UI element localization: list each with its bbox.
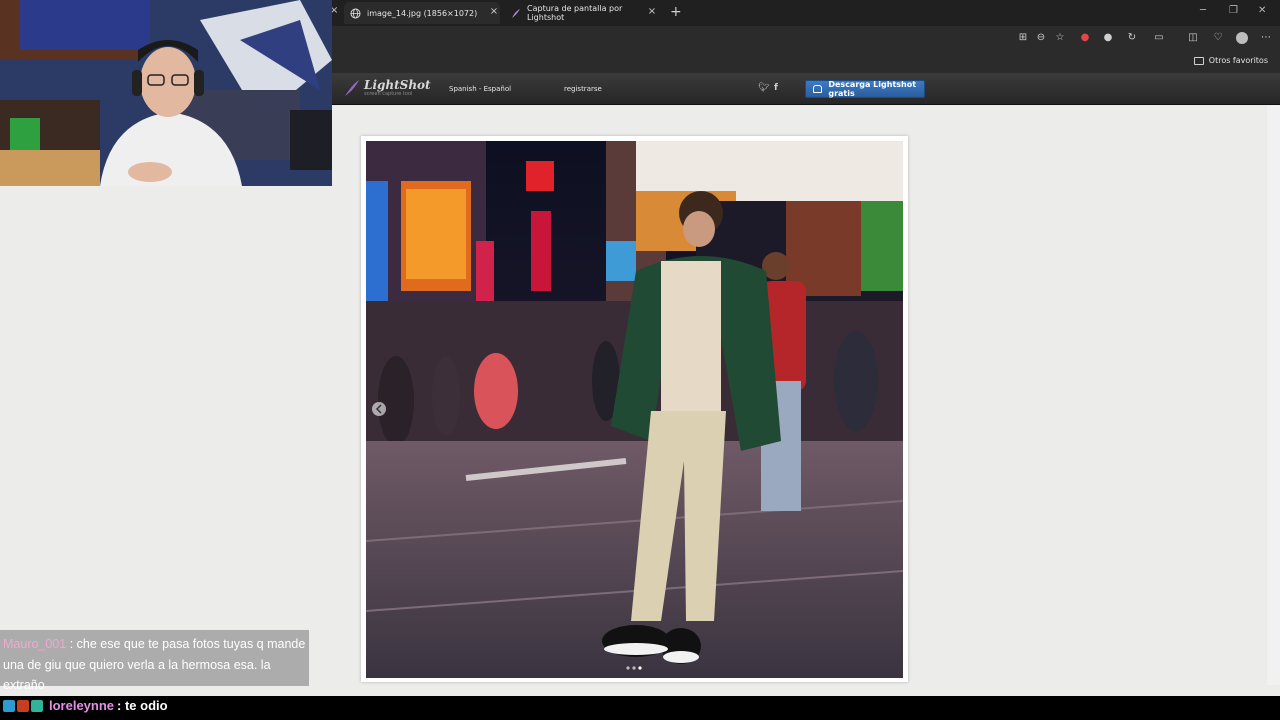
chat-username: loreleynne	[49, 698, 115, 713]
tab-lightshot[interactable]: Captura de pantalla por Lightshot ×	[506, 2, 658, 24]
download-label: Descarga Lightshot gratis	[828, 80, 917, 98]
chat-message-box: Mauro_001 : che ese que te pasa fotos tu…	[0, 630, 309, 692]
refresh-extension-icon[interactable]: ↻	[1126, 32, 1138, 44]
folder-label: Otros favoritos	[1208, 56, 1268, 65]
gift-badge-icon	[31, 699, 43, 712]
other-favorites-folder[interactable]: Otros favoritos	[1193, 56, 1268, 65]
chat-text: : te odio	[117, 698, 168, 713]
download-icon	[813, 85, 823, 93]
split-screen-icon[interactable]: ◫	[1187, 32, 1199, 44]
play-badge-icon	[3, 699, 15, 712]
facebook-icon[interactable]: f	[774, 83, 778, 93]
window-close-icon[interactable]: ✕	[1258, 5, 1266, 16]
tab-label: Captura de pantalla por Lightshot	[527, 4, 623, 22]
lightshot-logo[interactable]: LightShot screen capture tool	[344, 79, 431, 97]
tab-label: image_14.jpg (1856×1072)	[367, 8, 478, 18]
chat-message: loreleynne : te odio	[3, 698, 168, 713]
screen: × image_14.jpg (1856×1072) × Captura de …	[0, 0, 1280, 720]
screenshot-photo[interactable]	[366, 141, 903, 678]
feather-icon	[510, 8, 521, 19]
extension-icon[interactable]: ●	[1079, 32, 1091, 44]
chat-message: Mauro_001 : che ese que te pasa fotos tu…	[3, 634, 307, 696]
profile-avatar-icon[interactable]	[1236, 32, 1248, 44]
close-icon[interactable]: ×	[488, 6, 500, 17]
download-button[interactable]: Descarga Lightshot gratis	[805, 80, 925, 98]
cast-icon[interactable]: ▭	[1153, 32, 1165, 44]
logo-text: LightShot	[364, 78, 431, 92]
language-selector[interactable]: Spanish - Español	[449, 85, 511, 93]
webcam-overlay	[0, 0, 332, 186]
lightshot-header: LightShot screen capture tool Spanish - …	[332, 74, 1280, 105]
close-icon[interactable]: ×	[646, 6, 658, 17]
favorites-bar: Otros favoritos	[332, 50, 1280, 74]
chat-username: Mauro_001	[3, 637, 67, 651]
minimize-icon[interactable]: ─	[1200, 5, 1206, 16]
restore-icon[interactable]: ❐	[1229, 5, 1238, 16]
feather-logo-icon	[345, 80, 359, 96]
twitter-icon[interactable]: 🐦︎	[758, 83, 769, 93]
screenshot-image-frame	[361, 136, 908, 682]
page-scrollbar[interactable]	[1267, 105, 1280, 685]
globe-icon	[350, 8, 361, 19]
more-menu-icon[interactable]: ⋯	[1260, 32, 1272, 44]
new-tab-icon[interactable]: +	[670, 4, 682, 20]
extension-2-icon[interactable]: ●	[1102, 32, 1114, 44]
browser-toolbar: ⊞ ⊖ ☆ ● ● ↻ ▭ ◫ ♡ ⋯	[332, 26, 1280, 50]
tab-image[interactable]: image_14.jpg (1856×1072) ×	[344, 2, 500, 24]
folder-icon	[1193, 56, 1204, 65]
star-icon[interactable]: ☆	[1054, 32, 1066, 44]
favorites-icon[interactable]: ♡	[1212, 32, 1224, 44]
app-icon[interactable]: ⊞	[1017, 32, 1029, 44]
chat-bottom-bar: loreleynne : te odio	[0, 696, 1280, 720]
creature-badge-icon	[17, 699, 29, 712]
register-link[interactable]: registrarse	[564, 85, 602, 93]
zoom-icon[interactable]: ⊖	[1035, 32, 1047, 44]
